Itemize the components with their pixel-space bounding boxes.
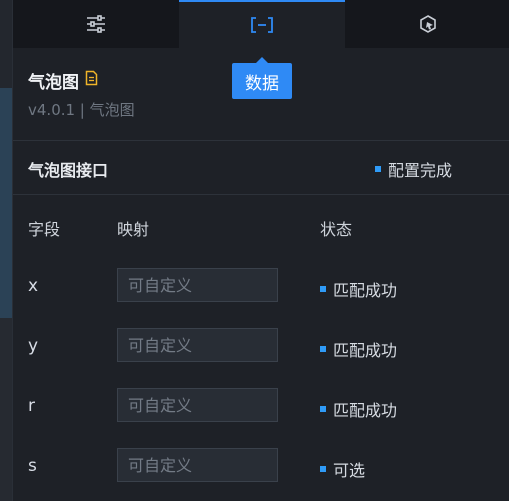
background-canvas-edge: [0, 0, 12, 501]
api-status-text: 配置完成: [388, 161, 453, 180]
field-status-y: 匹配成功: [320, 337, 397, 361]
field-status-r: 匹配成功: [320, 397, 397, 421]
divider: [13, 140, 509, 141]
field-name-x: x: [28, 276, 39, 296]
field-status-x: 匹配成功: [320, 277, 397, 301]
field-name-r: r: [28, 396, 35, 416]
field-name-s: s: [28, 456, 37, 476]
column-header-mapping: 映射: [117, 220, 150, 239]
status-dot: [375, 166, 381, 172]
tab-tooltip: 数据: [232, 57, 292, 99]
field-name-y: y: [28, 336, 39, 356]
component-title-text: 气泡图: [28, 73, 79, 93]
component-title: 气泡图: [28, 68, 98, 93]
status-dot: [320, 346, 326, 352]
status-dot: [320, 406, 326, 412]
document-icon[interactable]: [85, 70, 98, 91]
tab-data[interactable]: [179, 0, 345, 48]
field-status-text: 可选: [333, 461, 366, 480]
mapping-input-s[interactable]: [117, 448, 278, 482]
mapping-input-x[interactable]: [117, 268, 278, 302]
api-section-title: 气泡图接口: [28, 161, 109, 180]
field-status-text: 匹配成功: [333, 341, 398, 360]
divider: [13, 194, 509, 195]
field-status-text: 匹配成功: [333, 401, 398, 420]
panel-tabs: [13, 0, 509, 48]
api-status: 配置完成: [375, 157, 452, 181]
tab-style[interactable]: [13, 0, 179, 48]
status-dot: [320, 286, 326, 292]
sliders-icon: [86, 15, 106, 33]
column-header-status: 状态: [320, 220, 353, 239]
field-status-s: 可选: [320, 457, 365, 481]
canvas-highlight-band: [0, 88, 12, 318]
mapping-input-r[interactable]: [117, 388, 278, 422]
column-header-field: 字段: [28, 220, 61, 239]
interaction-hexagon-icon: [418, 14, 438, 34]
config-panel: 数据 气泡图 v4.0.1 | 气泡图 气泡图接口 配置完成 字段 映射 状态 …: [12, 0, 509, 501]
field-status-text: 匹配成功: [333, 281, 398, 300]
tab-interaction[interactable]: [345, 0, 509, 48]
data-bracket-icon: [250, 16, 274, 34]
component-version: v4.0.1 | 气泡图: [28, 101, 135, 119]
canvas-band: [0, 318, 12, 501]
mapping-input-y[interactable]: [117, 328, 278, 362]
status-dot: [320, 466, 326, 472]
